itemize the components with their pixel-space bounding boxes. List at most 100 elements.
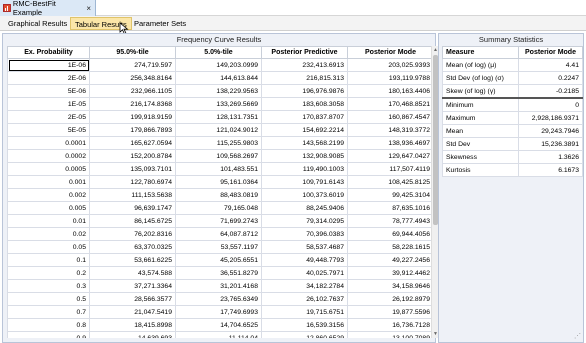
value-cell[interactable]: 1.3626 [518,150,583,164]
resize-grip-icon[interactable]: ⋰ [574,332,581,340]
value-cell[interactable]: 64,087.8712 [175,227,262,241]
value-cell[interactable]: 143,568.2199 [261,136,348,150]
value-cell[interactable]: 216,174.8368 [89,97,176,111]
value-cell[interactable]: 152,200.8784 [89,149,176,163]
value-cell[interactable]: 45,205.6551 [175,253,262,267]
value-cell[interactable]: 21,047.5419 [89,305,176,319]
table-row[interactable]: 5E-06 232,966.1105 138,229.9563 196,976.987… [7,84,433,98]
value-cell[interactable]: 69,944.4056 [347,227,433,241]
value-cell[interactable]: 108,425.8125 [347,175,433,189]
tab-parameter-sets[interactable]: Parameter Sets [130,17,190,30]
value-cell[interactable]: 2,928,186.9371 [518,111,583,125]
measure-cell[interactable]: Skew (of log) (γ) [442,84,519,99]
value-cell[interactable]: 58,228.1615 [347,240,433,254]
table-row[interactable]: Skewness 1.3626 [442,150,583,164]
value-cell[interactable]: 16,736.7128 [347,318,433,332]
value-cell[interactable]: 37,271.3364 [89,279,176,293]
table-row[interactable]: 2E-05 199,918.9159 128,131.7351 170,837.870… [7,110,433,124]
value-cell[interactable]: 179,866.7893 [89,123,176,137]
measure-cell[interactable]: Mean [442,124,519,138]
frequency-grid[interactable]: Ex. Probability 95.0%-tile 5.0%-tile Pos… [7,46,433,338]
table-row[interactable]: 0.2 43,574.588 36,551.8279 40,025.7971 39,91… [7,266,433,280]
probability-cell[interactable]: 5E-05 [7,123,90,137]
probability-cell[interactable]: 0.01 [7,214,90,228]
probability-cell[interactable]: 1E-06 [7,58,90,72]
value-cell[interactable]: 115,255.9803 [175,136,262,150]
value-cell[interactable]: 0 [518,97,583,112]
table-row[interactable]: Maximum 2,928,186.9371 [442,111,583,125]
value-cell[interactable]: 28,566.3577 [89,292,176,306]
value-cell[interactable]: 232,966.1105 [89,84,176,98]
value-cell[interactable]: 99,425.3104 [347,188,433,202]
value-cell[interactable]: 53,557.1197 [175,240,262,254]
value-cell[interactable]: 39,912.4462 [347,266,433,280]
value-cell[interactable]: 196,976.9876 [261,84,348,98]
value-cell[interactable]: 11,114.04 [175,331,262,338]
table-row[interactable]: Std Dev (of log) (σ) 0.2247 [442,71,583,85]
measure-cell[interactable]: Kurtosis [442,163,519,177]
document-tab[interactable]: RMC-BestFit Example × [0,0,96,17]
table-row[interactable]: 2E-06 256,348.8164 144,613.844 216,815.313 1… [7,71,433,85]
table-row[interactable]: 0.0002 152,200.8784 109,568.2697 132,908.90… [7,149,433,163]
value-cell[interactable]: 49,448.7793 [261,253,348,267]
probability-cell[interactable]: 0.0002 [7,149,90,163]
close-icon[interactable]: × [86,4,91,13]
value-cell[interactable]: 0.2247 [518,71,583,85]
value-cell[interactable]: 170,468.8521 [347,97,433,111]
value-cell[interactable]: 160,867.4547 [347,110,433,124]
table-row[interactable]: 5E-05 179,866.7893 121,024.9012 154,692.221… [7,123,433,137]
value-cell[interactable]: 199,918.9159 [89,110,176,124]
value-cell[interactable]: 138,936.4697 [347,136,433,150]
value-cell[interactable]: 36,551.8279 [175,266,262,280]
value-cell[interactable]: 170,837.8707 [261,110,348,124]
value-cell[interactable]: 29,243.7946 [518,124,583,138]
value-cell[interactable]: 95,161.0364 [175,175,262,189]
value-cell[interactable]: 49,227.2456 [347,253,433,267]
column-header-measure[interactable]: Measure [442,46,519,59]
value-cell[interactable]: 101,483.551 [175,162,262,176]
probability-cell[interactable]: 0.0001 [7,136,90,150]
value-cell[interactable]: 274,719.597 [89,58,176,72]
measure-cell[interactable]: Skewness [442,150,519,164]
value-cell[interactable]: 193,119.9788 [347,71,433,85]
value-cell[interactable]: 133,269.5669 [175,97,262,111]
probability-cell[interactable]: 0.1 [7,253,90,267]
value-cell[interactable]: 40,025.7971 [261,266,348,280]
value-cell[interactable]: 70,396.0383 [261,227,348,241]
table-row[interactable]: 0.05 63,370.0325 53,557.1197 58,537.4687 58,… [7,240,433,254]
table-row[interactable]: Skew (of log) (γ) -0.2185 [442,84,583,99]
value-cell[interactable]: 79,165.048 [175,201,262,215]
table-row[interactable]: 0.5 28,566.3577 23,765.6349 26,102.7637 26,1… [7,292,433,306]
summary-grid[interactable]: Measure Posterior Mode Mean (of log) (μ)… [442,46,583,177]
value-cell[interactable]: 34,182.2784 [261,279,348,293]
value-cell[interactable]: 14,639.693 [89,331,176,338]
value-cell[interactable]: 79,314.0295 [261,214,348,228]
table-row[interactable]: 0.8 18,415.8998 14,704.6525 16,539.3156 16,7… [7,318,433,332]
value-cell[interactable]: 119,490.1003 [261,162,348,176]
probability-cell[interactable]: 1E-05 [7,97,90,111]
value-cell[interactable]: 26,102.7637 [261,292,348,306]
table-row[interactable]: 0.7 21,047.5419 17,749.6993 19,715.6751 19,8… [7,305,433,319]
value-cell[interactable]: 180,163.4406 [347,84,433,98]
value-cell[interactable]: 34,158.9646 [347,279,433,293]
table-row[interactable]: 0.1 53,661.6225 45,205.6551 49,448.7793 49,2… [7,253,433,267]
value-cell[interactable]: 129,647.0427 [347,149,433,163]
probability-cell[interactable]: 0.5 [7,292,90,306]
measure-cell[interactable]: Mean (of log) (μ) [442,58,519,72]
value-cell[interactable]: 15,236.3891 [518,137,583,151]
column-header-summary-posterior-mode[interactable]: Posterior Mode [518,46,583,59]
value-cell[interactable]: 148,319.3772 [347,123,433,137]
value-cell[interactable]: 4.41 [518,58,583,72]
value-cell[interactable]: 256,348.8164 [89,71,176,85]
value-cell[interactable]: 63,370.0325 [89,240,176,254]
value-cell[interactable]: 111,153.5638 [89,188,176,202]
value-cell[interactable]: 71,699.2743 [175,214,262,228]
value-cell[interactable]: 109,791.6143 [261,175,348,189]
measure-cell[interactable]: Std Dev (of log) (σ) [442,71,519,85]
value-cell[interactable]: 19,877.5596 [347,305,433,319]
table-row[interactable]: Kurtosis 6.1673 [442,163,583,177]
value-cell[interactable]: 87,635.1016 [347,201,433,215]
value-cell[interactable]: 183,608.3058 [261,97,348,111]
probability-cell[interactable]: 0.02 [7,227,90,241]
value-cell[interactable]: 31,201.4168 [175,279,262,293]
